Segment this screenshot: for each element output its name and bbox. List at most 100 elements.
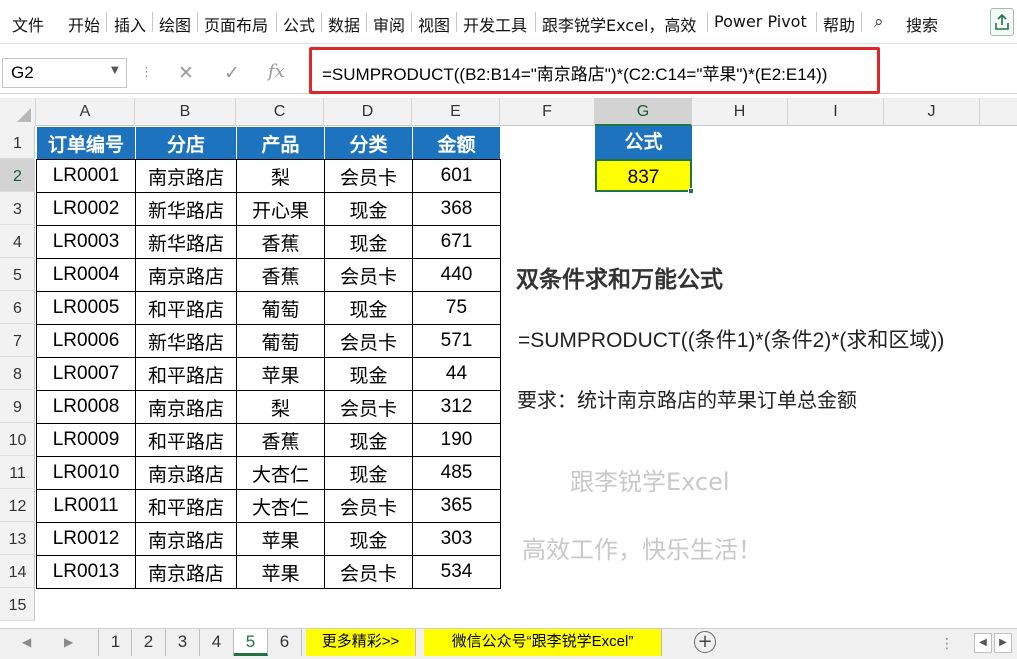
enter-icon[interactable]: ✓ xyxy=(224,62,240,84)
cell-amount[interactable]: 485 xyxy=(412,456,501,490)
hscroll-right-button[interactable]: ▶ xyxy=(994,633,1012,653)
cell-store[interactable]: 南京路店 xyxy=(135,258,237,292)
cell-order-id[interactable]: LR0008 xyxy=(36,390,136,424)
menu-view[interactable]: 视图 xyxy=(418,12,450,36)
cell-store[interactable]: 和平路店 xyxy=(135,489,237,523)
cell-category[interactable]: 现金 xyxy=(324,192,413,226)
cell-order-id[interactable]: LR0001 xyxy=(36,159,136,193)
cell-store[interactable]: 新华路店 xyxy=(135,192,237,226)
row-header-11[interactable]: 11 xyxy=(0,456,35,489)
row-header-7[interactable]: 7 xyxy=(0,324,35,357)
cell-category[interactable]: 会员卡 xyxy=(324,159,413,193)
name-box[interactable]: G2 xyxy=(2,58,127,88)
menu-data[interactable]: 数据 xyxy=(328,12,360,36)
column-header-f[interactable]: F xyxy=(500,98,595,126)
cell-category[interactable]: 现金 xyxy=(324,522,413,556)
cell-product[interactable]: 开心果 xyxy=(236,192,325,226)
cell-product[interactable]: 葡萄 xyxy=(236,324,325,358)
cell-order-id[interactable]: LR0009 xyxy=(36,423,136,457)
header-category[interactable]: 分类 xyxy=(324,126,413,160)
cell-store[interactable]: 新华路店 xyxy=(135,324,237,358)
sheet-tab-wechat[interactable]: 微信公众号“跟李锐学Excel” xyxy=(424,629,662,656)
row-header-4[interactable]: 4 xyxy=(0,225,35,258)
cell-category[interactable]: 会员卡 xyxy=(324,390,413,424)
cell-amount[interactable]: 534 xyxy=(412,555,501,589)
cell-category[interactable]: 现金 xyxy=(324,225,413,259)
cell-category[interactable]: 会员卡 xyxy=(324,258,413,292)
row-header-9[interactable]: 9 xyxy=(0,390,35,423)
cell-store[interactable]: 南京路店 xyxy=(135,522,237,556)
cell-store[interactable]: 南京路店 xyxy=(135,555,237,589)
search-label[interactable]: 搜索 xyxy=(906,12,938,36)
cell-order-id[interactable]: LR0011 xyxy=(36,489,136,523)
cell-category[interactable]: 现金 xyxy=(324,456,413,490)
cell-order-id[interactable]: LR0004 xyxy=(36,258,136,292)
column-header-a[interactable]: A xyxy=(36,98,135,126)
menu-custom-tab[interactable]: 跟李锐学Excel，高效 xyxy=(542,12,696,36)
cell-order-id[interactable]: LR0003 xyxy=(36,225,136,259)
menu-home[interactable]: 开始 xyxy=(68,12,100,36)
menu-developer[interactable]: 开发工具 xyxy=(463,12,527,36)
hscroll-left-button[interactable]: ◀ xyxy=(974,633,992,653)
cell-category[interactable]: 会员卡 xyxy=(324,555,413,589)
formula-header-cell[interactable]: 公式 xyxy=(595,126,692,159)
cell-order-id[interactable]: LR0013 xyxy=(36,555,136,589)
cell-store[interactable]: 南京路店 xyxy=(135,159,237,193)
header-product[interactable]: 产品 xyxy=(236,126,325,160)
header-order-id[interactable]: 订单编号 xyxy=(36,126,136,160)
select-all-corner[interactable] xyxy=(0,98,36,126)
fill-handle[interactable] xyxy=(688,188,694,194)
header-store[interactable]: 分店 xyxy=(135,126,237,160)
menu-page-layout[interactable]: 页面布局 xyxy=(204,12,268,36)
row-header-15[interactable]: 15 xyxy=(0,588,35,621)
menu-file[interactable]: 文件 xyxy=(12,12,44,36)
cell-store[interactable]: 和平路店 xyxy=(135,357,237,391)
column-header-d[interactable]: D xyxy=(324,98,412,126)
menu-review[interactable]: 审阅 xyxy=(373,12,405,36)
menu-power-pivot[interactable]: Power Pivot xyxy=(714,12,807,31)
cell-product[interactable]: 苹果 xyxy=(236,357,325,391)
row-header-6[interactable]: 6 xyxy=(0,291,35,324)
cell-product[interactable]: 苹果 xyxy=(236,522,325,556)
row-header-14[interactable]: 14 xyxy=(0,555,35,588)
tab-scroll-left-icon[interactable]: ◀ xyxy=(22,635,31,649)
column-header-i[interactable]: I xyxy=(788,98,884,126)
cell-order-id[interactable]: LR0006 xyxy=(36,324,136,358)
cell-product[interactable]: 大杏仁 xyxy=(236,456,325,490)
sheet-tab-2[interactable]: 2 xyxy=(132,629,166,656)
cell-order-id[interactable]: LR0005 xyxy=(36,291,136,325)
cell-store[interactable]: 和平路店 xyxy=(135,291,237,325)
cell-category[interactable]: 会员卡 xyxy=(324,324,413,358)
row-header-10[interactable]: 10 xyxy=(0,423,35,456)
sheet-tab-6[interactable]: 6 xyxy=(268,629,302,656)
cell-amount[interactable]: 571 xyxy=(412,324,501,358)
cell-store[interactable]: 南京路店 xyxy=(135,390,237,424)
cell-product[interactable]: 苹果 xyxy=(236,555,325,589)
menu-insert[interactable]: 插入 xyxy=(114,12,146,36)
cancel-icon[interactable]: ✕ xyxy=(178,62,194,84)
cell-amount[interactable]: 601 xyxy=(412,159,501,193)
row-header-2[interactable]: 2 xyxy=(0,159,35,192)
cell-order-id[interactable]: LR0002 xyxy=(36,192,136,226)
cell-amount[interactable]: 75 xyxy=(412,291,501,325)
column-header-h[interactable]: H xyxy=(692,98,788,126)
row-header-5[interactable]: 5 xyxy=(0,258,35,291)
cell-amount[interactable]: 440 xyxy=(412,258,501,292)
cell-category[interactable]: 现金 xyxy=(324,357,413,391)
cell-amount[interactable]: 190 xyxy=(412,423,501,457)
formula-result-cell[interactable]: 837 xyxy=(595,159,692,192)
row-header-3[interactable]: 3 xyxy=(0,192,35,225)
cell-amount[interactable]: 44 xyxy=(412,357,501,391)
cell-category[interactable]: 会员卡 xyxy=(324,489,413,523)
column-header-e[interactable]: E xyxy=(412,98,500,126)
column-header-g[interactable]: G xyxy=(595,98,692,126)
formula-input-highlighted[interactable]: =SUMPRODUCT((B2:B14="南京路店")*(C2:C14="苹果"… xyxy=(309,47,880,94)
share-button[interactable] xyxy=(990,8,1014,36)
row-header-8[interactable]: 8 xyxy=(0,357,35,390)
cell-order-id[interactable]: LR0012 xyxy=(36,522,136,556)
add-sheet-icon[interactable]: + xyxy=(694,631,716,653)
row-header-12[interactable]: 12 xyxy=(0,489,35,522)
tab-scroll-right-icon[interactable]: ▶ xyxy=(64,635,73,649)
row-header-1[interactable]: 1 xyxy=(0,126,35,159)
row-header-13[interactable]: 13 xyxy=(0,522,35,555)
